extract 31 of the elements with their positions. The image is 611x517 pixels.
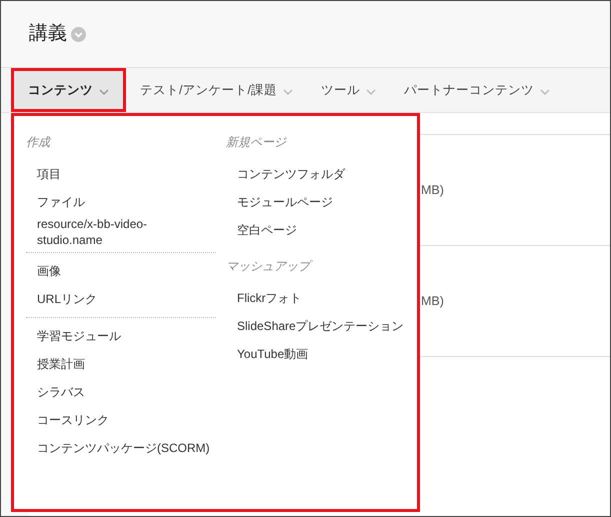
tab[interactable]: パートナーコンテンツ	[390, 68, 564, 112]
chevron-down-icon	[366, 89, 376, 95]
section-heading: マッシュアップ	[226, 256, 416, 276]
menu-item[interactable]: コンテンツフォルダ	[237, 166, 345, 182]
file-size-text: MB)	[421, 182, 444, 199]
menu-item[interactable]: Flickrフォト	[237, 290, 302, 306]
chevron-circle-icon[interactable]	[71, 26, 86, 42]
chevron-down-icon	[282, 89, 293, 95]
section-heading: 新規ページ	[226, 134, 288, 151]
file-size-text: MB)	[421, 292, 444, 310]
tab[interactable]: テスト/アンケート/課題	[126, 68, 307, 112]
tab[interactable]: コンテンツ	[11, 68, 126, 112]
menu-item[interactable]: 授業計画	[37, 356, 85, 372]
menu-item[interactable]: コンテンツパッケージ(SCORM)	[37, 440, 210, 456]
menu-item[interactable]: 学習モジュール	[37, 328, 121, 344]
menu-item[interactable]: SlideShareプレゼンテーション	[237, 318, 404, 334]
chevron-down-icon	[99, 89, 109, 95]
page-title: 講義	[29, 22, 67, 46]
menu-item[interactable]: 項目	[37, 166, 61, 182]
section-heading: 作成	[26, 134, 52, 151]
menu-item[interactable]: コースリンク	[37, 412, 109, 428]
menu-item[interactable]: URLリンク	[37, 291, 98, 307]
tab[interactable]: ツール	[306, 68, 390, 112]
menu-item[interactable]: ファイル	[37, 194, 85, 210]
menu-item[interactable]: シラバス	[37, 384, 85, 400]
menu-item[interactable]: 画像	[37, 263, 61, 279]
menu-item[interactable]: 空白ページ	[237, 222, 297, 238]
chevron-down-icon	[540, 89, 550, 95]
menu-item[interactable]: モジュールページ	[237, 194, 333, 210]
menu-item[interactable]: resource/x-bb-video-studio.name	[37, 216, 212, 248]
menu-item[interactable]: YouTube動画	[237, 346, 308, 362]
